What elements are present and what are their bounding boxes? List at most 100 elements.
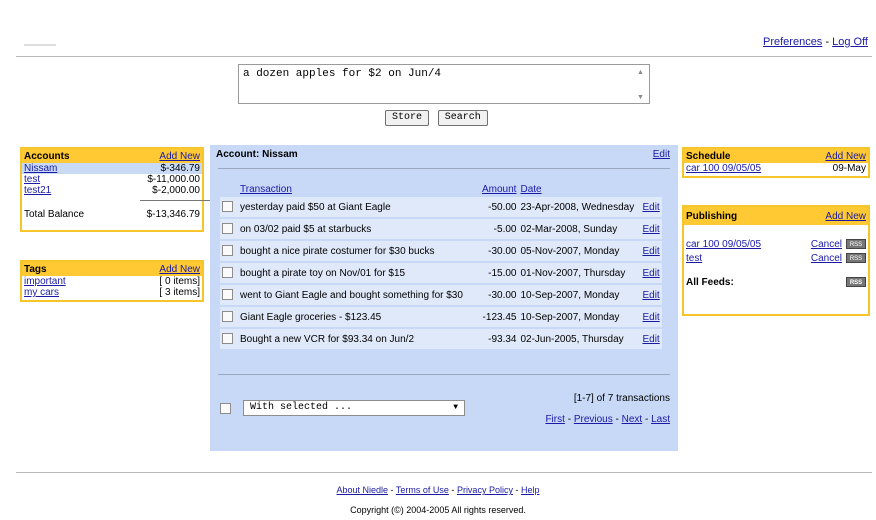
- edit-cell[interactable]: Edit: [640, 197, 663, 217]
- transaction-date: 10-Sep-2007, Monday: [518, 307, 641, 327]
- table-row[interactable]: on 03/02 paid $5 at starbucks -5.00 02-M…: [220, 219, 663, 239]
- scroll-down-icon[interactable]: ▼: [637, 94, 644, 101]
- account-amount: $-11,000.00: [147, 174, 200, 185]
- privacy-link[interactable]: Privacy Policy: [457, 485, 513, 495]
- row-checkbox[interactable]: [222, 245, 233, 257]
- select-all-checkbox[interactable]: [220, 402, 231, 414]
- account-row[interactable]: Nissam $-346.79: [22, 163, 202, 174]
- previous-page-link[interactable]: Previous: [574, 414, 613, 425]
- row-checkbox-cell[interactable]: [220, 307, 238, 327]
- edit-cell[interactable]: Edit: [640, 219, 663, 239]
- transaction-edit-link[interactable]: Edit: [642, 246, 659, 257]
- edit-cell[interactable]: Edit: [640, 263, 663, 283]
- row-checkbox-cell[interactable]: [220, 197, 238, 217]
- tag-name-link[interactable]: my cars: [24, 287, 59, 298]
- table-row[interactable]: Giant Eagle groceries - $123.45 -123.45 …: [220, 307, 663, 327]
- tag-row[interactable]: my cars [ 3 items]: [22, 287, 202, 298]
- date-sort-link[interactable]: Date: [520, 184, 541, 195]
- rss-icon[interactable]: RSS: [846, 253, 866, 264]
- row-checkbox-cell[interactable]: [220, 329, 238, 349]
- amount-sort-link[interactable]: Amount: [482, 184, 516, 195]
- entry-textarea[interactable]: a dozen apples for $2 on Jun/4: [239, 65, 633, 101]
- transaction-edit-link[interactable]: Edit: [642, 224, 659, 235]
- transaction-desc: went to Giant Eagle and bought something…: [238, 285, 480, 305]
- transaction-edit-link[interactable]: Edit: [642, 202, 659, 213]
- transaction-amount: -5.00: [480, 219, 519, 239]
- transaction-desc: Bought a new VCR for $93.34 on Jun/2: [238, 329, 480, 349]
- row-checkbox[interactable]: [222, 267, 233, 279]
- edit-cell[interactable]: Edit: [640, 241, 663, 261]
- tag-name-link[interactable]: important: [24, 276, 66, 287]
- account-name-link[interactable]: test21: [24, 185, 51, 196]
- with-selected-dropdown[interactable]: With selected ... ▼: [243, 400, 465, 416]
- publishing-add-new-link[interactable]: Add New: [825, 211, 866, 222]
- preferences-link[interactable]: Preferences: [763, 36, 822, 48]
- row-checkbox-cell[interactable]: [220, 263, 238, 283]
- transaction-edit-link[interactable]: Edit: [642, 290, 659, 301]
- transaction-edit-link[interactable]: Edit: [642, 334, 659, 345]
- dropdown-arrow-icon[interactable]: ▼: [453, 401, 458, 415]
- edit-cell[interactable]: Edit: [640, 329, 663, 349]
- account-row[interactable]: test $-11,000.00: [22, 174, 202, 185]
- tag-row[interactable]: important [ 0 items]: [22, 276, 202, 287]
- logoff-link[interactable]: Log Off: [832, 36, 868, 48]
- last-page-link[interactable]: Last: [651, 414, 670, 425]
- row-checkbox[interactable]: [222, 289, 233, 301]
- table-footer-divider: [218, 374, 670, 375]
- transaction-date: 01-Nov-2007, Thursday: [518, 263, 641, 283]
- schedule-item-link[interactable]: car 100 09/05/05: [686, 163, 761, 174]
- scroll-up-icon[interactable]: ▲: [637, 69, 644, 76]
- account-name-link[interactable]: Nissam: [24, 163, 57, 174]
- search-button[interactable]: Search: [437, 110, 488, 126]
- transaction-sort-link[interactable]: Transaction: [240, 184, 292, 195]
- row-checkbox[interactable]: [222, 311, 233, 323]
- panel-title: Account: Nissam: [216, 149, 298, 160]
- account-edit-link[interactable]: Edit: [653, 149, 670, 160]
- rss-icon[interactable]: RSS: [846, 239, 866, 250]
- publishing-row[interactable]: car 100 09/05/05 Cancel RSS: [684, 239, 868, 253]
- rss-icon[interactable]: RSS: [846, 277, 866, 287]
- transaction-edit-link[interactable]: Edit: [642, 268, 659, 279]
- about-link[interactable]: About Niedle: [336, 485, 388, 495]
- transaction-desc: yesterday paid $50 at Giant Eagle: [238, 197, 480, 217]
- table-row[interactable]: bought a nice pirate costumer for $30 bu…: [220, 241, 663, 261]
- transaction-amount: -123.45: [480, 307, 519, 327]
- publishing-cancel-link[interactable]: Cancel: [811, 253, 842, 264]
- help-link[interactable]: Help: [521, 485, 540, 495]
- transaction-amount: -15.00: [480, 263, 519, 283]
- store-button[interactable]: Store: [385, 110, 430, 126]
- next-page-link[interactable]: Next: [622, 414, 643, 425]
- row-checkbox[interactable]: [222, 333, 233, 345]
- publishing-item-link[interactable]: car 100 09/05/05: [686, 239, 761, 253]
- table-row[interactable]: bought a pirate toy on Nov/01 for $15 -1…: [220, 263, 663, 283]
- row-checkbox-cell[interactable]: [220, 241, 238, 261]
- entry-box[interactable]: a dozen apples for $2 on Jun/4 ▲ ▼: [238, 64, 650, 104]
- date-column-header[interactable]: Date: [518, 183, 640, 195]
- row-checkbox-cell[interactable]: [220, 219, 238, 239]
- edit-cell[interactable]: Edit: [640, 285, 663, 305]
- publishing-cancel-link[interactable]: Cancel: [811, 239, 842, 250]
- publishing-item-link[interactable]: test: [686, 253, 702, 267]
- publishing-row[interactable]: test Cancel RSS: [684, 253, 868, 267]
- pager-links: First - Previous - Next - Last: [545, 414, 670, 425]
- table-row[interactable]: went to Giant Eagle and bought something…: [220, 285, 663, 305]
- textarea-scrollbar[interactable]: ▲ ▼: [635, 67, 647, 103]
- schedule-row[interactable]: car 100 09/05/05 09-May: [684, 163, 868, 174]
- tags-add-new-link[interactable]: Add New: [159, 264, 200, 275]
- transaction-edit-link[interactable]: Edit: [642, 312, 659, 323]
- row-checkbox-cell[interactable]: [220, 285, 238, 305]
- row-checkbox[interactable]: [222, 223, 233, 235]
- edit-cell[interactable]: Edit: [640, 307, 663, 327]
- terms-link[interactable]: Terms of Use: [396, 485, 449, 495]
- transaction-column-header[interactable]: Transaction: [238, 183, 480, 195]
- row-checkbox[interactable]: [222, 201, 233, 213]
- account-row[interactable]: test21 $-2,000.00: [22, 185, 202, 196]
- amount-column-header[interactable]: Amount: [480, 183, 518, 195]
- accounts-add-new-link[interactable]: Add New: [159, 151, 200, 162]
- transaction-date: 05-Nov-2007, Monday: [518, 241, 641, 261]
- table-row[interactable]: yesterday paid $50 at Giant Eagle -50.00…: [220, 197, 663, 217]
- first-page-link[interactable]: First: [545, 414, 564, 425]
- account-name-link[interactable]: test: [24, 174, 40, 185]
- table-row[interactable]: Bought a new VCR for $93.34 on Jun/2 -93…: [220, 329, 663, 349]
- schedule-add-new-link[interactable]: Add New: [825, 151, 866, 162]
